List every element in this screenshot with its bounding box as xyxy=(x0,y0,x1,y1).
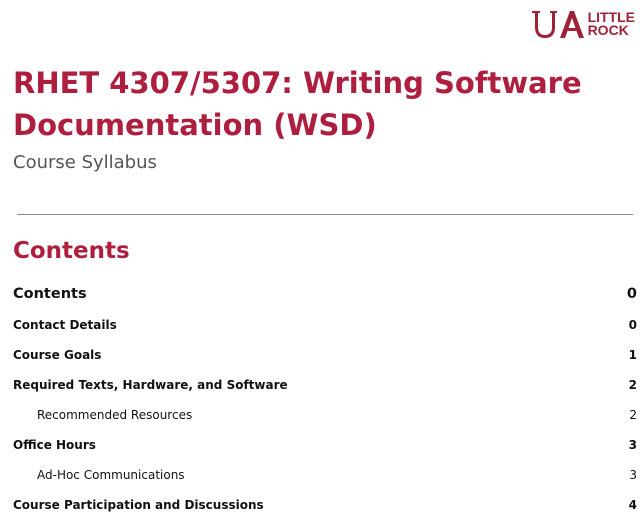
toc-entry-page: 2 xyxy=(629,408,637,422)
toc-entry-office-hours[interactable]: Office Hours 3 xyxy=(13,430,637,460)
toc-entry-label: Required Texts, Hardware, and Software xyxy=(13,378,288,392)
toc-entry-label: Recommended Resources xyxy=(37,408,193,422)
toc-entry-required-texts[interactable]: Required Texts, Hardware, and Software 2 xyxy=(13,370,637,400)
toc-entry-page: 0 xyxy=(626,286,637,302)
document-title: RHET 4307/5307: Writing Software Documen… xyxy=(13,66,582,142)
toc-entry-recommended-resources[interactable]: Recommended Resources 2 xyxy=(13,400,637,430)
toc-entry-label: Contents xyxy=(13,286,87,302)
toc-entry-page: 3 xyxy=(628,438,637,452)
ua-monogram-logo xyxy=(531,11,584,38)
toc-entry-page: 2 xyxy=(628,378,637,392)
toc-entry-page: 4 xyxy=(628,498,637,512)
toc-entry-page: 0 xyxy=(628,318,637,332)
toc-entry-contents[interactable]: Contents 0 xyxy=(13,278,637,310)
toc-entry-course-participation[interactable]: Course Participation and Discussions 4 xyxy=(13,490,637,520)
document-subtitle: Course Syllabus xyxy=(13,152,157,173)
section-divider xyxy=(17,214,633,215)
toc-entry-label: Ad-Hoc Communications xyxy=(37,468,185,482)
toc-entry-label: Office Hours xyxy=(13,438,96,452)
logo-wordmark: LITTLE ROCK xyxy=(587,10,635,38)
toc-entry-label: Course Goals xyxy=(13,348,102,362)
toc-entry-page: 1 xyxy=(628,348,637,362)
toc-entry-ad-hoc-communications[interactable]: Ad-Hoc Communications 3 xyxy=(13,460,637,490)
ua-little-rock-logo: LITTLE ROCK xyxy=(530,8,635,40)
table-of-contents: Contents 0 Contact Details 0 Course Goal… xyxy=(13,278,637,520)
toc-entry-contact-details[interactable]: Contact Details 0 xyxy=(13,310,637,340)
toc-entry-page: 3 xyxy=(629,468,637,482)
logo-line-2: ROCK xyxy=(587,22,629,38)
toc-entry-course-goals[interactable]: Course Goals 1 xyxy=(13,340,637,370)
toc-entry-label: Course Participation and Discussions xyxy=(13,498,264,512)
contents-heading: Contents xyxy=(13,238,130,264)
toc-entry-label: Contact Details xyxy=(13,318,117,332)
